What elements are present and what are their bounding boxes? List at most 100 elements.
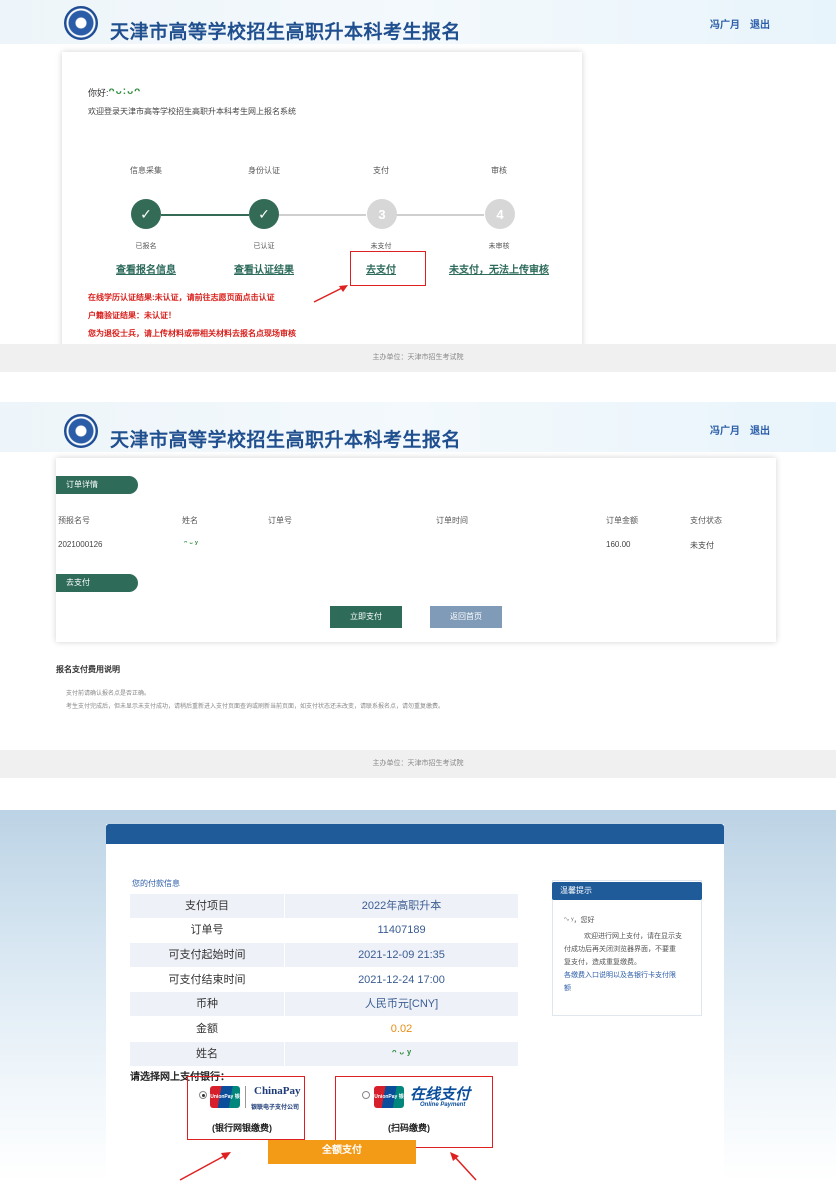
info-key: 订单号 (130, 918, 285, 942)
site-logo (64, 6, 98, 40)
site-title: 天津市高等学校招生高职升本科考生报名 (110, 22, 462, 43)
step-title-review: 审核 (491, 166, 507, 175)
info-row: 可支付起始时间 2021-12-09 21:35 (130, 943, 518, 967)
logout-link[interactable]: 退出 (750, 422, 770, 437)
payment-note-line: 支付前请确认报名点是否正确。 (66, 691, 151, 697)
logout-link[interactable]: 退出 (750, 16, 770, 31)
tips-heading: 温馨提示 (552, 882, 702, 900)
tips-line: 付成功后再关闭浏览器界面，不要重 (564, 946, 676, 953)
greeting-name: ᴖᴗ:ᴗᴖ (108, 86, 142, 97)
user-name-link[interactable]: 冯广月 (710, 422, 740, 437)
scan-option-radio[interactable] (362, 1091, 370, 1099)
cell-name: ᵔ ᵕ ʸ (184, 539, 198, 548)
info-row: 姓名 ᵔ ᵕ ʸ (130, 1042, 518, 1066)
info-row: 订单号 11407189 (130, 918, 518, 942)
info-key: 币种 (130, 992, 285, 1016)
info-key: 姓名 (130, 1042, 285, 1066)
pay-now-button[interactable]: 立即支付 (330, 606, 402, 628)
panel-payment-gateway: 您的付款信息 支付项目 2022年高职升本 订单号 11407189 可支付起始时间… (0, 810, 836, 1181)
full-payment-button[interactable]: 全额支付 (268, 1140, 416, 1164)
chinapay-logo: ChinaPay (254, 1085, 301, 1097)
info-row: 支付项目 2022年高职升本 (130, 894, 518, 918)
tips-link-line: 额 (564, 985, 571, 992)
cell-amount: 160.00 (606, 540, 631, 549)
welcome-text: 欢迎登录天津市高等学校招生高职升本科考生网上报名系统 (88, 107, 296, 116)
info-value: 2021-12-09 21:35 (358, 949, 445, 961)
unionpay-logo-icon: UnionPay 银联 (210, 1086, 240, 1122)
step-number-3: 3 (367, 199, 397, 229)
warning-veteran: 您为退役士兵，请上传材料或带相关材料去报名点现场审核 (88, 329, 296, 338)
site-footer: 主办单位：天津市招生考试院 (0, 344, 836, 372)
site-logo (64, 414, 98, 448)
amount-value: 0.02 (390, 1023, 413, 1035)
info-value: 2021-12-24 17:00 (358, 974, 445, 986)
col-status: 支付状态 (690, 516, 722, 525)
tips-text: 欢迎进行网上支付，请在显示支 付成功后再关闭浏览器界面，不要重 复支付，造成重复… (564, 930, 698, 995)
col-order-time: 订单时间 (436, 516, 468, 525)
panel-order-details: 天津市高等学校招生高职升本科考生报名 冯广月 退出 订单详情 预报名号 姓名 订… (0, 402, 836, 778)
info-row: 金额 0.02 (130, 1017, 518, 1041)
payment-note-line: 考生支付完成后，但未显示未支付成功，请稍后重新进入支付页面查询或刷新当前页面，如… (66, 704, 445, 710)
tips-link[interactable]: 各缴费入口说明以及各银行卡支付限额 (564, 969, 698, 995)
cell-reg-no: 2021000126 (58, 540, 103, 549)
col-amount: 订单金额 (606, 516, 638, 525)
warning-education: 在线学历认证结果:未认证，请前往志愿页面点击认证 (88, 293, 275, 302)
annotation-arrow-icon (313, 285, 348, 303)
info-row: 可支付结束时间 2021-12-24 17:00 (130, 968, 518, 992)
step-title-pay: 支付 (373, 166, 389, 175)
info-key: 支付项目 (130, 894, 285, 918)
col-name: 姓名 (182, 516, 198, 525)
back-home-button[interactable]: 返回首页 (430, 606, 502, 628)
site-title: 天津市高等学校招生高职升本科考生报名 (110, 430, 462, 451)
site-footer: 主办单位：天津市招生考试院 (0, 750, 836, 778)
info-value: 2022年高职升本 (361, 900, 442, 912)
option-scan-label[interactable]: (扫码缴费) (388, 1121, 430, 1134)
col-order-no: 订单号 (268, 516, 292, 525)
cell-status: 未支付 (690, 541, 714, 550)
highlight-box (350, 251, 426, 286)
user-name-link[interactable]: 冯广月 (710, 16, 740, 31)
progress-bar-3 (396, 214, 484, 216)
step-status-pay: 未支付 (370, 243, 392, 250)
annotation-arrow-icon (450, 1152, 477, 1181)
unionpay-logo-icon: UnionPay 银联 (374, 1086, 404, 1122)
tips-line: 欢迎进行网上支付，请在显示支 (584, 933, 682, 940)
step-check-icon: ✓ (249, 199, 279, 229)
annotation-arrow-icon (179, 1152, 231, 1181)
tips-hello: ᵔᵕ ʸ，您好 (564, 917, 595, 924)
online-payment-logo: 在线支付 (410, 1086, 471, 1103)
step-number-4: 4 (485, 199, 515, 229)
review-link[interactable]: 未支付，无法上传审核 (434, 261, 564, 276)
progress-bar-2 (278, 214, 366, 216)
step-status-info: 已报名 (135, 243, 157, 250)
step-status-identity: 已认证 (253, 243, 275, 250)
pay-heading: 去支付 (56, 574, 138, 592)
panel-registration-status: 天津市高等学校招生高职升本科考生报名 冯广月 退出 你好: ᴖᴗ:ᴗᴖ 欢迎登录天… (0, 0, 836, 372)
info-value: 人民币元[CNY] (364, 998, 439, 1010)
chinapay-subtitle: 银联电子支付公司 (251, 1105, 300, 1111)
order-details-heading: 订单详情 (56, 476, 138, 494)
step-title-info: 信息采集 (130, 166, 162, 175)
info-value: 11407189 (377, 924, 426, 936)
info-key: 可支付结束时间 (130, 968, 285, 992)
payment-card-header (106, 824, 724, 844)
view-registration-link[interactable]: 查看报名信息 (81, 261, 211, 276)
greeting-label: 你好: (88, 88, 109, 98)
warning-household: 户籍验证结果：未认证！ (88, 311, 176, 320)
info-key: 可支付起始时间 (130, 943, 285, 967)
tips-line: 复支付，造成重复缴费。 (564, 959, 641, 966)
step-title-identity: 身份认证 (248, 166, 280, 175)
bank-option-radio[interactable] (199, 1091, 207, 1099)
step-status-review: 未审核 (488, 243, 510, 250)
payment-info-title: 您的付款信息 (132, 879, 180, 888)
step-check-icon: ✓ (131, 199, 161, 229)
option-bank-label[interactable]: (银行网银缴费) (212, 1121, 272, 1134)
info-key: 金额 (130, 1017, 285, 1041)
logo-divider (245, 1086, 246, 1108)
view-identity-link[interactable]: 查看认证结果 (199, 261, 329, 276)
info-value: ᵔ ᵕ ʸ (391, 1048, 412, 1060)
info-row: 币种 人民币元[CNY] (130, 992, 518, 1016)
online-payment-subtitle: Online Payment (420, 1102, 466, 1108)
payment-note-title: 报名支付费用说明 (56, 665, 120, 674)
order-card (56, 458, 776, 642)
